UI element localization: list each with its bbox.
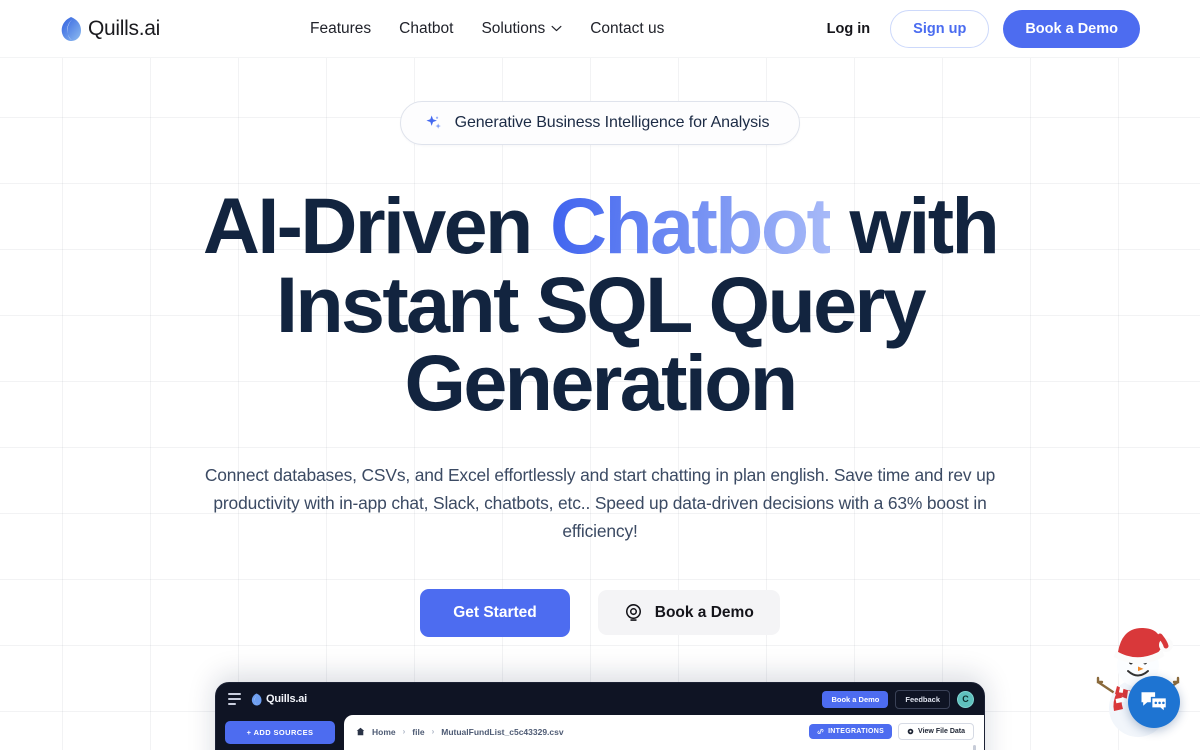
hero-book-demo-label: Book a Demo (654, 603, 754, 621)
link-icon (817, 728, 824, 735)
brand-logo[interactable]: Quills.ai (60, 16, 160, 42)
app-preview-sidebar: + ADD SOURCES Connect Database (216, 715, 344, 750)
app-preview-top-actions: Book a Demo Feedback C (822, 689, 974, 709)
scrollbar[interactable] (973, 745, 976, 750)
breadcrumb: Home › file › MutualFundList_c5c43329.cs… (356, 723, 974, 740)
page-root: Quills.ai Features Chatbot Solutions Con… (0, 0, 1200, 750)
eye-icon (907, 728, 914, 735)
breadcrumb-item-file[interactable]: file (412, 727, 424, 737)
nav-link-contact-us[interactable]: Contact us (590, 20, 664, 38)
nav-links: Features Chatbot Solutions Contact us (310, 20, 664, 38)
app-preview-body: + ADD SOURCES Connect Database Home › (216, 715, 984, 750)
hero-cta-row: Get Started Book a Demo (0, 588, 1200, 637)
nav-link-label: Chatbot (399, 19, 454, 37)
nav-link-solutions[interactable]: Solutions (481, 20, 562, 38)
nav-link-label: Solutions (481, 19, 546, 37)
avatar[interactable]: C (957, 690, 974, 708)
top-navbar: Quills.ai Features Chatbot Solutions Con… (0, 0, 1200, 58)
hero-badge-label: Generative Business Intelligence for Ana… (454, 114, 770, 131)
view-file-data-label: View File Data (918, 728, 965, 735)
headline-part-1: AI-Driven (202, 181, 551, 270)
quill-feather-logo-icon (251, 693, 262, 705)
home-icon (356, 727, 365, 736)
chat-widget-button[interactable] (1128, 676, 1180, 728)
app-preview-topbar: Quills.ai Book a Demo Feedback C (216, 683, 984, 715)
chat-widget (1090, 620, 1186, 740)
headline-accent-word: Chatbot (550, 181, 833, 270)
app-preview-mockup: Quills.ai Book a Demo Feedback C + ADD S… (215, 682, 985, 750)
integrations-label: INTEGRATIONS (828, 728, 885, 735)
login-link[interactable]: Log in (827, 21, 871, 37)
quill-feather-logo-icon (61, 16, 81, 41)
view-file-data-button[interactable]: View File Data (898, 723, 974, 740)
breadcrumb-item-home[interactable]: Home (372, 727, 396, 737)
hero-badge[interactable]: Generative Business Intelligence for Ana… (399, 101, 801, 145)
chat-bubbles-icon (1141, 692, 1168, 714)
app-feedback-button[interactable]: Feedback (895, 689, 950, 709)
nav-link-features[interactable]: Features (310, 20, 371, 38)
sparkle-icon (426, 115, 441, 129)
nav-link-label: Features (310, 19, 372, 37)
nav-link-label: Contact us (590, 19, 665, 37)
breadcrumb-item-filename[interactable]: MutualFundList_c5c43329.csv (441, 727, 563, 737)
app-book-demo-button[interactable]: Book a Demo (822, 690, 889, 708)
page-title: AI-Driven Chatbot with Instant SQL Query… (0, 186, 1200, 423)
app-preview-toolbar: INTEGRATIONS View File Data (809, 723, 974, 740)
nav-link-chatbot[interactable]: Chatbot (399, 20, 453, 38)
chevron-down-icon (551, 25, 562, 32)
brand-name: Quills.ai (88, 16, 160, 40)
hero-book-demo-button[interactable]: Book a Demo (597, 590, 780, 636)
get-started-button[interactable]: Get Started (420, 588, 570, 637)
breadcrumb-separator: › (431, 727, 435, 736)
hamburger-icon[interactable] (228, 693, 241, 705)
app-preview-brand-name: Quills.ai (266, 693, 307, 705)
app-preview-brand: Quills.ai (251, 693, 307, 706)
breadcrumb-separator: › (402, 727, 406, 736)
app-preview-main: Home › file › MutualFundList_c5c43329.cs… (344, 715, 984, 750)
add-sources-button[interactable]: + ADD SOURCES (225, 721, 335, 744)
hero-subheading: Connect databases, CSVs, and Excel effor… (204, 464, 996, 541)
nav-actions: Log in Sign up Book a Demo (827, 9, 1140, 48)
integrations-button[interactable]: INTEGRATIONS (809, 724, 893, 739)
signup-button[interactable]: Sign up (890, 9, 990, 48)
hero-section: Generative Business Intelligence for Ana… (0, 58, 1200, 637)
book-demo-button[interactable]: Book a Demo (1003, 9, 1140, 48)
webcam-icon (625, 604, 641, 622)
